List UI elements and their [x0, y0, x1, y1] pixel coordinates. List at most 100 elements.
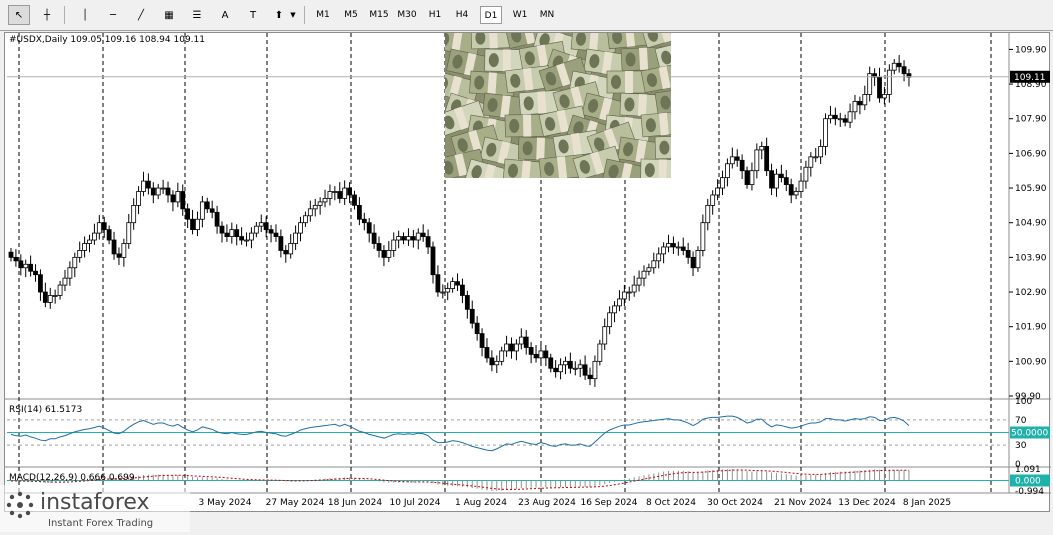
arrows-tool-icon[interactable]: ⬆ — [268, 5, 290, 25]
vertical-line-tool-icon[interactable]: │ — [74, 5, 96, 25]
candle-up — [774, 173, 779, 189]
candle-up — [450, 281, 456, 289]
candle-down — [224, 232, 230, 237]
timeframe-m1-button[interactable]: M1 — [312, 6, 334, 24]
candle-up — [641, 270, 647, 279]
candle-down — [28, 263, 34, 272]
cursor-tool-icon[interactable]: ↖ — [8, 5, 30, 25]
candle-up — [617, 298, 622, 307]
candle-up — [136, 191, 141, 206]
candle-down — [180, 191, 186, 210]
candle-up — [244, 239, 249, 242]
candle-up — [592, 360, 598, 380]
candle-up — [793, 191, 799, 196]
candle-down — [533, 354, 539, 359]
candle-down — [553, 367, 559, 373]
candle-down — [469, 308, 475, 324]
candle-up — [597, 343, 603, 362]
candle-up — [195, 218, 200, 231]
text-label-tool-icon[interactable]: T — [242, 5, 264, 25]
candle-down — [430, 246, 436, 276]
text-tool-icon[interactable]: A — [214, 5, 236, 25]
candle-down — [165, 187, 171, 196]
candle-down — [116, 253, 122, 258]
price-tick-label: 107.90 — [1015, 115, 1047, 125]
arrows-dropdown-icon[interactable]: ▼ — [288, 5, 298, 25]
fibonacci-tool-icon[interactable]: ☰ — [186, 5, 208, 25]
toolbar-separator — [304, 6, 305, 24]
candle-down — [18, 260, 24, 269]
candle-down — [877, 76, 882, 99]
candle-up — [258, 222, 264, 227]
candle-down — [278, 236, 284, 251]
candle-up — [514, 343, 519, 352]
candle-up — [288, 243, 294, 255]
candle-down — [425, 236, 431, 248]
candle-down — [778, 173, 784, 179]
candle-down — [371, 232, 377, 244]
candle-down — [671, 243, 676, 248]
candle-up — [823, 118, 828, 147]
candle-up — [538, 350, 544, 359]
candle-down — [523, 336, 529, 348]
candle-up — [705, 204, 711, 224]
candle-down — [190, 218, 195, 231]
candle-down — [582, 364, 588, 376]
time-tick-label: 16 Sep 2024 — [580, 498, 637, 508]
time-tick-label: 23 Aug 2024 — [518, 498, 576, 508]
candle-up — [406, 236, 411, 241]
candle-up — [725, 163, 730, 179]
candle-down — [484, 347, 490, 359]
candle-up — [656, 253, 662, 262]
candle-down — [680, 246, 686, 251]
candle-up — [715, 187, 720, 196]
timeframe-w1-button[interactable]: W1 — [509, 6, 531, 24]
candle-up — [131, 204, 137, 224]
price-tick-label: 104.90 — [1015, 219, 1047, 229]
candle-up — [646, 267, 652, 272]
candle-up — [666, 243, 671, 248]
horizontal-line-tool-icon[interactable]: ─ — [102, 5, 124, 25]
timeframe-h1-button[interactable]: H1 — [424, 6, 446, 24]
candle-down — [509, 343, 514, 352]
timeframe-m15-button[interactable]: M15 — [366, 6, 392, 24]
candle-up — [631, 284, 637, 293]
candle-down — [420, 232, 426, 237]
trendline-tool-icon[interactable]: ╱ — [130, 5, 152, 25]
candle-up — [837, 118, 843, 121]
candle-up — [253, 225, 259, 234]
candle-down — [234, 229, 240, 237]
candle-down — [347, 187, 352, 196]
candle-up — [813, 156, 819, 159]
rsi-tick-label: 100 — [1015, 397, 1032, 407]
macd-value-label: 0.000 — [1015, 477, 1041, 487]
timeframe-m5-button[interactable]: M5 — [340, 6, 362, 24]
crosshair-tool-icon[interactable]: ┼ — [36, 5, 58, 25]
candle-up — [77, 250, 83, 258]
candle-down — [587, 374, 593, 380]
time-tick-label: 27 May 2024 — [266, 498, 325, 508]
candle-up — [141, 180, 146, 192]
candle-up — [852, 100, 858, 113]
candle-up — [710, 194, 716, 206]
candle-down — [734, 156, 740, 161]
time-tick-label: 18 Jun 2024 — [328, 498, 382, 508]
time-tick-label: 3 May 2024 — [199, 498, 252, 508]
candle-up — [87, 239, 92, 244]
candle-down — [567, 360, 573, 369]
timeframe-mn-button[interactable]: MN — [536, 6, 558, 24]
candle-down — [361, 218, 367, 224]
timeframe-m30-button[interactable]: M30 — [394, 6, 420, 24]
timeframe-h4-button[interactable]: H4 — [451, 6, 473, 24]
candle-up — [695, 250, 701, 269]
candle-down — [111, 239, 117, 255]
candle-up — [96, 222, 102, 234]
candle-up — [82, 243, 88, 251]
timeframe-d1-button[interactable]: D1 — [480, 6, 502, 24]
candle-down — [381, 250, 387, 258]
price-tick-label: 106.90 — [1015, 149, 1047, 159]
equidistant-channel-tool-icon[interactable]: ▦ — [158, 5, 180, 25]
candle-down — [101, 222, 107, 231]
candle-down — [33, 270, 38, 276]
candle-down — [219, 225, 225, 234]
